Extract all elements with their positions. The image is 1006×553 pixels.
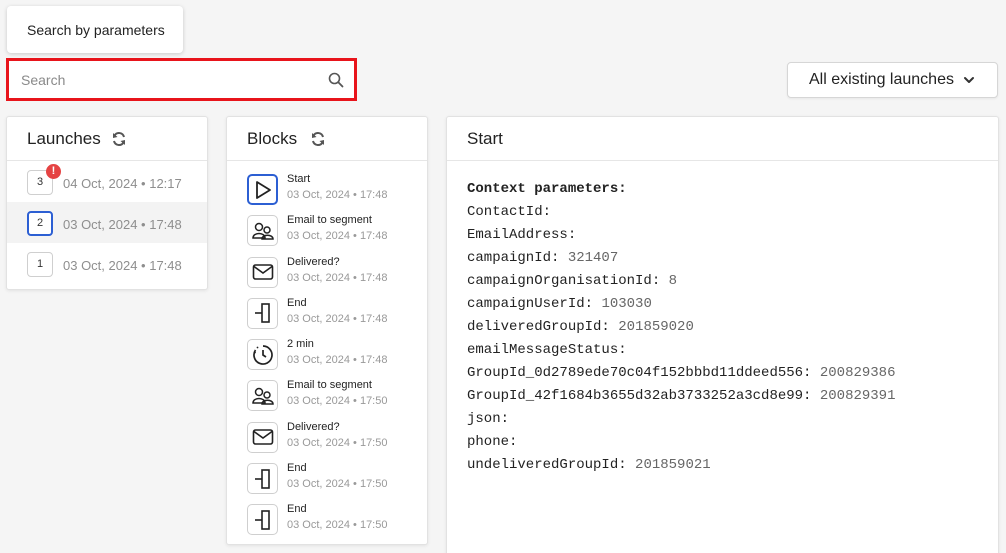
block-item[interactable]: Delivered? 03 Oct, 2024 • 17:48 xyxy=(227,250,427,291)
launches-panel: Launches 3 ! 04 Oct, 2024 • 12:17 2 03 O… xyxy=(6,116,208,290)
block-item[interactable]: End 03 Oct, 2024 • 17:48 xyxy=(227,291,427,332)
block-icon-box xyxy=(247,297,278,329)
search-input[interactable] xyxy=(9,61,354,98)
param-row: EmailAddress: xyxy=(467,227,577,243)
timer-icon xyxy=(252,344,273,365)
alert-icon: ! xyxy=(46,164,61,179)
launch-number: 1 xyxy=(27,252,53,277)
launches-title: Launches xyxy=(27,129,101,148)
block-name: Email to segment xyxy=(287,214,372,227)
launch-date: 04 Oct, 2024 • 12:17 xyxy=(63,176,182,191)
detail-header: Start xyxy=(447,117,998,161)
block-item[interactable]: End 03 Oct, 2024 • 17:50 xyxy=(227,497,427,538)
block-detail-panel: Start Context parameters: ContactId: Ema… xyxy=(446,116,999,553)
blocks-title: Blocks xyxy=(247,129,298,148)
blocks-panel: Blocks Start 03 Oct, 2024 • 17:48 Email … xyxy=(226,116,428,545)
block-date: 03 Oct, 2024 • 17:50 xyxy=(287,519,388,532)
launch-filter-dropdown[interactable]: All existing launches xyxy=(787,62,998,98)
block-date: 03 Oct, 2024 • 17:48 xyxy=(287,312,388,325)
block-icon-box xyxy=(247,339,278,371)
param-row: ContactId: xyxy=(467,204,552,220)
envelope-icon xyxy=(252,429,273,446)
block-name: Start xyxy=(287,173,311,185)
block-date: 03 Oct, 2024 • 17:48 xyxy=(287,230,388,243)
search-box xyxy=(6,58,357,101)
block-name: End xyxy=(287,296,307,309)
search-tooltip: Search by parameters xyxy=(7,6,183,53)
launch-item[interactable]: 3 ! 04 Oct, 2024 • 12:17 xyxy=(7,161,207,202)
launch-filter-value: All existing launches xyxy=(809,71,954,88)
launches-header: Launches xyxy=(7,117,207,161)
block-date: 03 Oct, 2024 • 17:48 xyxy=(287,189,388,201)
envelope-icon xyxy=(252,264,273,280)
block-icon-box xyxy=(247,463,278,495)
block-name: 2 min xyxy=(287,338,314,351)
blocks-header: Blocks xyxy=(227,117,427,161)
block-icon-box xyxy=(247,215,278,247)
block-date: 03 Oct, 2024 • 17:48 xyxy=(287,271,388,284)
launch-item[interactable]: 2 03 Oct, 2024 • 17:48 xyxy=(7,202,207,243)
end-icon xyxy=(254,303,270,324)
param-row: campaignUserId: 103030 xyxy=(467,296,652,312)
chevron-down-icon xyxy=(964,77,974,83)
block-date: 03 Oct, 2024 • 17:50 xyxy=(287,395,388,408)
block-icon-box xyxy=(247,380,278,412)
block-item[interactable]: 2 min 03 Oct, 2024 • 17:48 xyxy=(227,332,427,373)
block-name: Delivered? xyxy=(287,420,340,433)
end-icon xyxy=(254,510,270,530)
block-icon-box xyxy=(247,421,278,453)
param-row: campaignId: 321407 xyxy=(467,250,619,266)
block-date: 03 Oct, 2024 • 17:50 xyxy=(287,478,388,491)
context-title: Context parameters: xyxy=(467,181,627,197)
block-name: Email to segment xyxy=(287,379,372,392)
block-item[interactable]: Delivered? 03 Oct, 2024 • 17:50 xyxy=(227,415,427,456)
block-date: 03 Oct, 2024 • 17:50 xyxy=(287,436,388,449)
param-row: GroupId_42f1684b3655d32ab3733252a3cd8e99… xyxy=(467,388,896,404)
block-icon-box xyxy=(247,174,278,205)
detail-title: Start xyxy=(467,129,503,148)
context-parameters: Context parameters: ContactId: EmailAddr… xyxy=(447,161,998,477)
launch-number: 2 xyxy=(27,211,53,236)
param-row: json: xyxy=(467,411,510,427)
param-row: deliveredGroupId: 201859020 xyxy=(467,319,694,335)
block-item[interactable]: End 03 Oct, 2024 • 17:50 xyxy=(227,456,427,497)
play-icon xyxy=(255,180,271,199)
param-row: phone: xyxy=(467,434,518,450)
launch-date: 03 Oct, 2024 • 17:48 xyxy=(63,258,182,273)
block-item[interactable]: Email to segment 03 Oct, 2024 • 17:48 xyxy=(227,208,427,249)
refresh-icon[interactable] xyxy=(111,131,127,147)
segment-icon xyxy=(251,387,274,405)
param-row: campaignOrganisationId: 8 xyxy=(467,273,678,289)
block-name: Delivered? xyxy=(287,255,340,268)
block-date: 03 Oct, 2024 • 17:48 xyxy=(287,354,388,367)
search-icon[interactable] xyxy=(328,72,344,88)
block-icon-box xyxy=(247,256,278,288)
block-name: End xyxy=(287,462,307,475)
block-name: End xyxy=(287,503,307,516)
end-icon xyxy=(254,468,270,489)
refresh-icon[interactable] xyxy=(310,131,326,147)
block-icon-box xyxy=(247,504,278,536)
block-item[interactable]: Start 03 Oct, 2024 • 17:48 xyxy=(227,167,427,208)
block-item[interactable]: Email to segment 03 Oct, 2024 • 17:50 xyxy=(227,373,427,414)
launch-date: 03 Oct, 2024 • 17:48 xyxy=(63,217,182,232)
param-row: emailMessageStatus: xyxy=(467,342,627,358)
param-row: undeliveredGroupId: 201859021 xyxy=(467,457,711,473)
param-row: GroupId_0d2789ede70c04f152bbbd11ddeed556… xyxy=(467,365,896,381)
launch-item[interactable]: 1 03 Oct, 2024 • 17:48 xyxy=(7,243,207,284)
segment-icon xyxy=(251,222,274,240)
